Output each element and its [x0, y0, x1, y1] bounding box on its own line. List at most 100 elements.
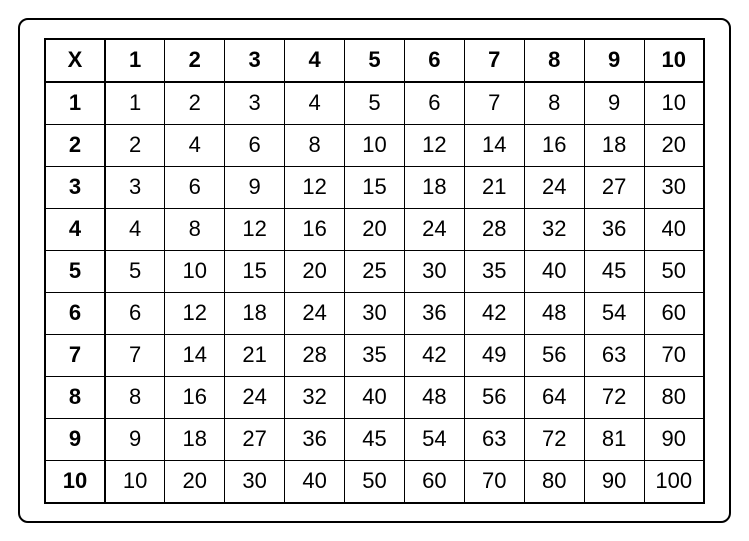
table-cell: 35 — [464, 250, 524, 292]
table-cell: 20 — [644, 124, 704, 166]
table-cell: 80 — [644, 376, 704, 418]
table-cell: 60 — [404, 460, 464, 503]
table-cell: 10 — [165, 250, 225, 292]
table-cell: 56 — [524, 334, 584, 376]
table-cell: 49 — [464, 334, 524, 376]
row-header: 1 — [45, 82, 105, 125]
table-cell: 63 — [464, 418, 524, 460]
row-header: 4 — [45, 208, 105, 250]
table-cell: 30 — [345, 292, 405, 334]
table-cell: 50 — [644, 250, 704, 292]
table-cell: 30 — [225, 460, 285, 503]
col-header: 5 — [345, 39, 405, 82]
table-cell: 21 — [464, 166, 524, 208]
table-cell: 12 — [225, 208, 285, 250]
table-cell: 81 — [584, 418, 644, 460]
table-cell: 10 — [644, 82, 704, 125]
table-cell: 72 — [524, 418, 584, 460]
table-cell: 18 — [584, 124, 644, 166]
table-cell: 15 — [225, 250, 285, 292]
table-cell: 35 — [345, 334, 405, 376]
table-cell: 8 — [105, 376, 165, 418]
table-cell: 18 — [225, 292, 285, 334]
col-header: 9 — [584, 39, 644, 82]
multiplication-table: X 1 2 3 4 5 6 7 8 9 10 1 1 2 3 4 5 6 7 — [44, 38, 705, 504]
table-cell: 30 — [644, 166, 704, 208]
table-cell: 24 — [404, 208, 464, 250]
col-header: 8 — [524, 39, 584, 82]
table-cell: 21 — [225, 334, 285, 376]
table-cell: 28 — [285, 334, 345, 376]
table-cell: 27 — [225, 418, 285, 460]
table-cell: 18 — [404, 166, 464, 208]
table-cell: 27 — [584, 166, 644, 208]
table-cell: 14 — [464, 124, 524, 166]
table-cell: 16 — [285, 208, 345, 250]
row-header: 6 — [45, 292, 105, 334]
table-cell: 40 — [644, 208, 704, 250]
table-cell: 9 — [225, 166, 285, 208]
table-cell: 64 — [524, 376, 584, 418]
table-cell: 20 — [285, 250, 345, 292]
table-cell: 4 — [105, 208, 165, 250]
page: X 1 2 3 4 5 6 7 8 9 10 1 1 2 3 4 5 6 7 — [0, 0, 749, 541]
table-cell: 56 — [464, 376, 524, 418]
table-cell: 54 — [404, 418, 464, 460]
table-row: 6 6 12 18 24 30 36 42 48 54 60 — [45, 292, 704, 334]
table-cell: 10 — [345, 124, 405, 166]
table-cell: 36 — [404, 292, 464, 334]
table-cell: 28 — [464, 208, 524, 250]
table-cell: 10 — [105, 460, 165, 503]
table-cell: 30 — [404, 250, 464, 292]
table-cell: 60 — [644, 292, 704, 334]
table-cell: 48 — [524, 292, 584, 334]
table-cell: 16 — [165, 376, 225, 418]
table-cell: 24 — [285, 292, 345, 334]
document-frame: X 1 2 3 4 5 6 7 8 9 10 1 1 2 3 4 5 6 7 — [18, 18, 731, 523]
table-cell: 5 — [345, 82, 405, 125]
table-cell: 14 — [165, 334, 225, 376]
table-row: 9 9 18 27 36 45 54 63 72 81 90 — [45, 418, 704, 460]
table-row: 8 8 16 24 32 40 48 56 64 72 80 — [45, 376, 704, 418]
table-cell: 12 — [404, 124, 464, 166]
table-cell: 18 — [165, 418, 225, 460]
table-cell: 9 — [584, 82, 644, 125]
table-cell: 8 — [165, 208, 225, 250]
table-cell: 42 — [404, 334, 464, 376]
table-cell: 45 — [584, 250, 644, 292]
col-header: 1 — [105, 39, 165, 82]
table-cell: 90 — [584, 460, 644, 503]
table-row: 5 5 10 15 20 25 30 35 40 45 50 — [45, 250, 704, 292]
row-header: 5 — [45, 250, 105, 292]
table-row: 1 1 2 3 4 5 6 7 8 9 10 — [45, 82, 704, 125]
table-row: 2 2 4 6 8 10 12 14 16 18 20 — [45, 124, 704, 166]
table-cell: 4 — [285, 82, 345, 125]
table-cell: 70 — [644, 334, 704, 376]
corner-cell: X — [45, 39, 105, 82]
col-header: 6 — [404, 39, 464, 82]
row-header: 3 — [45, 166, 105, 208]
col-header: 4 — [285, 39, 345, 82]
table-cell: 24 — [524, 166, 584, 208]
table-cell: 2 — [165, 82, 225, 125]
table-cell: 20 — [345, 208, 405, 250]
row-header: 7 — [45, 334, 105, 376]
row-header: 10 — [45, 460, 105, 503]
table-cell: 4 — [165, 124, 225, 166]
table-cell: 9 — [105, 418, 165, 460]
table-cell: 24 — [225, 376, 285, 418]
col-header: 7 — [464, 39, 524, 82]
table-cell: 72 — [584, 376, 644, 418]
table-cell: 8 — [524, 82, 584, 125]
table-cell: 50 — [345, 460, 405, 503]
table-cell: 7 — [105, 334, 165, 376]
table-row: 4 4 8 12 16 20 24 28 32 36 40 — [45, 208, 704, 250]
table-cell: 12 — [285, 166, 345, 208]
table-cell: 45 — [345, 418, 405, 460]
table-cell: 6 — [165, 166, 225, 208]
table-cell: 48 — [404, 376, 464, 418]
table-cell: 25 — [345, 250, 405, 292]
table-cell: 80 — [524, 460, 584, 503]
table-cell: 32 — [524, 208, 584, 250]
table-cell: 12 — [165, 292, 225, 334]
